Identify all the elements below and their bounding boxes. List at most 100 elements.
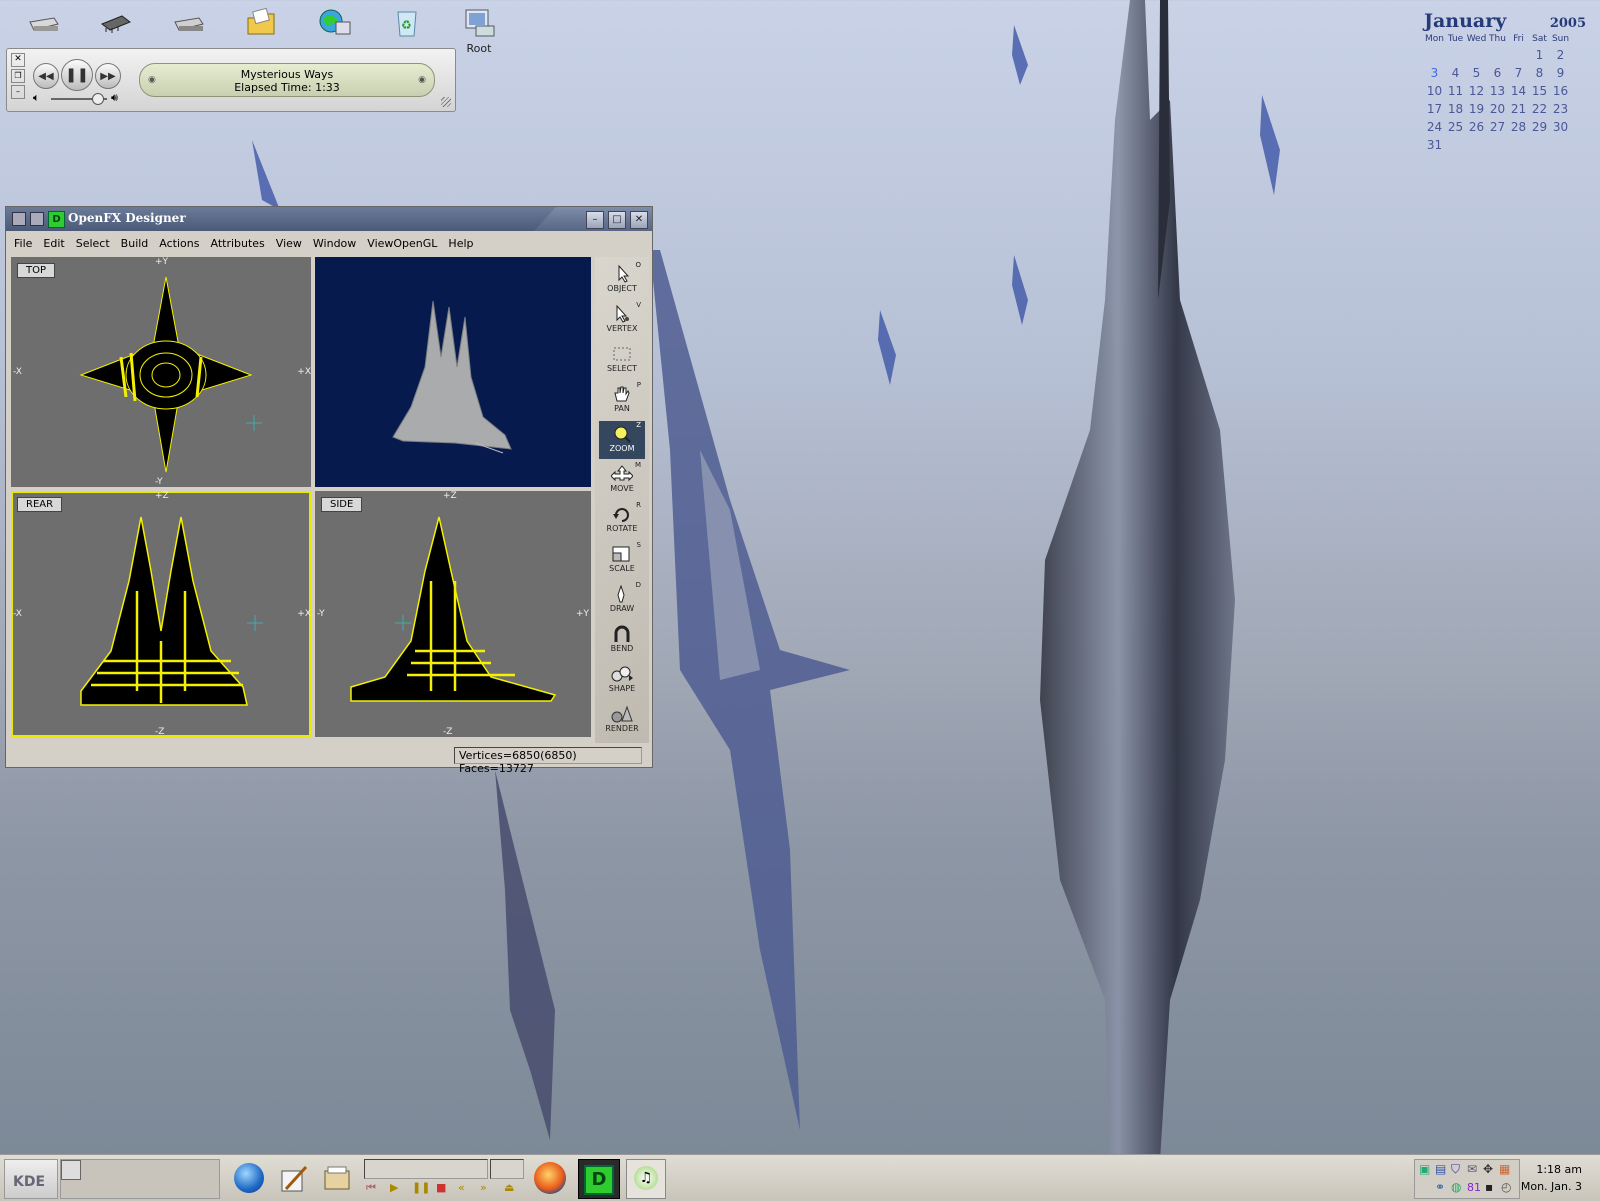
desktop-icon[interactable]: ♻ — [382, 8, 432, 38]
browser-globe-icon[interactable] — [234, 1163, 264, 1193]
desktop-icon[interactable] — [163, 8, 213, 38]
pause-button[interactable]: ❚❚ — [61, 59, 93, 91]
network-computer-icon[interactable] — [318, 8, 352, 38]
calendar-day[interactable]: 16 — [1550, 82, 1571, 100]
menu-view[interactable]: View — [276, 237, 302, 250]
calendar-day[interactable]: 31 — [1424, 136, 1445, 154]
tool-shape-button[interactable]: SHAPE — [599, 661, 645, 699]
tool-bend-button[interactable]: BEND — [599, 621, 645, 659]
desktop-icon[interactable] — [310, 8, 360, 38]
volume-slider-knob[interactable] — [91, 93, 104, 105]
tray-mail-icon[interactable]: ✉ — [1467, 1162, 1477, 1176]
calendar-day[interactable]: 20 — [1487, 100, 1508, 118]
calendar-day[interactable]: 19 — [1466, 100, 1487, 118]
calendar-day[interactable]: 15 — [1529, 82, 1550, 100]
player-restore-icon[interactable]: ❐ — [11, 69, 25, 83]
media-play-icon[interactable]: ▶ — [390, 1181, 398, 1194]
menu-viewopengl[interactable]: ViewOpenGL — [367, 237, 437, 250]
tool-object-button[interactable]: OBJECT O — [599, 261, 645, 299]
calendar-day[interactable]: 9 — [1550, 64, 1571, 82]
media-forward-icon[interactable]: » — [480, 1181, 487, 1194]
recycle-bin-icon[interactable]: ♻ — [390, 8, 424, 38]
tray-connection-icon[interactable]: ⚭ — [1435, 1180, 1445, 1194]
player-minimize-icon[interactable]: – — [11, 85, 25, 99]
firefox-icon[interactable] — [534, 1162, 566, 1194]
menu-actions[interactable]: Actions — [159, 237, 199, 250]
player-resize-grip[interactable] — [441, 97, 451, 107]
calendar-day[interactable]: 29 — [1529, 118, 1550, 136]
tool-zoom-button[interactable]: ZOOM Z — [599, 421, 645, 459]
tool-rotate-button[interactable]: ROTATE R — [599, 501, 645, 539]
media-progress-bar[interactable] — [364, 1159, 488, 1179]
previous-track-button[interactable]: ◀◀ — [33, 63, 59, 89]
calendar-day[interactable]: 12 — [1466, 82, 1487, 100]
calendar-day[interactable]: 8 — [1529, 64, 1550, 82]
media-eject-icon[interactable]: ⏏︎ — [504, 1181, 514, 1194]
tray-clock-icon[interactable]: ◴ — [1501, 1180, 1511, 1194]
calendar-day[interactable]: 1 — [1529, 46, 1550, 64]
calendar-day[interactable]: 26 — [1466, 118, 1487, 136]
menu-select[interactable]: Select — [76, 237, 110, 250]
calendar-day[interactable]: 6 — [1487, 64, 1508, 82]
calendar-day[interactable]: 18 — [1445, 100, 1466, 118]
minimize-button[interactable]: – — [586, 211, 604, 229]
media-prev-icon[interactable]: ⏮︎ — [366, 1181, 376, 1195]
disk-drive-icon[interactable] — [171, 8, 205, 38]
calendar-day[interactable]: 24 — [1424, 118, 1445, 136]
volume-slider[interactable] — [51, 93, 107, 105]
calendar-day[interactable]: 21 — [1508, 100, 1529, 118]
calendar-day[interactable]: 3 — [1424, 64, 1445, 82]
window-title-bar[interactable]: D OpenFX Designer – □ ✕ — [6, 207, 652, 231]
calendar-day[interactable]: 17 — [1424, 100, 1445, 118]
media-rewind-icon[interactable]: « — [458, 1181, 465, 1194]
menu-edit[interactable]: Edit — [43, 237, 64, 250]
calendar-day[interactable]: 23 — [1550, 100, 1571, 118]
calendar-day[interactable]: 30 — [1550, 118, 1571, 136]
desktop-icon[interactable] — [236, 7, 286, 38]
tool-move-button[interactable]: MOVE M — [599, 461, 645, 499]
media-pause-icon[interactable]: ❚❚ — [412, 1181, 430, 1194]
window-menu-icon[interactable] — [12, 212, 26, 226]
next-track-button[interactable]: ▶▶ — [95, 63, 121, 89]
calendar-day[interactable]: 4 — [1445, 64, 1466, 82]
tray-save-icon[interactable]: ▪ — [1485, 1180, 1493, 1194]
media-progress-volume[interactable] — [490, 1159, 524, 1179]
desktop-icon[interactable] — [90, 8, 140, 38]
desktop-icon-label[interactable]: Root — [454, 42, 504, 55]
play-indicator-icon[interactable]: ◉ — [148, 74, 156, 87]
calendar-day[interactable]: 2 — [1550, 46, 1571, 64]
kde-menu-button[interactable]: KDE — [4, 1159, 58, 1199]
viewport-rear[interactable]: REAR +Z -Z -X +X — [11, 491, 311, 737]
calendar-day[interactable]: 27 — [1487, 118, 1508, 136]
window-shade-icon[interactable] — [30, 212, 44, 226]
tray-move-icon[interactable]: ✥ — [1483, 1162, 1493, 1176]
menu-file[interactable]: File — [14, 237, 32, 250]
viewport-perspective[interactable] — [315, 257, 591, 487]
calendar-day[interactable]: 14 — [1508, 82, 1529, 100]
music-player-icon[interactable]: ♫ — [626, 1159, 666, 1199]
text-editor-icon[interactable] — [276, 1161, 310, 1195]
desktop-icon[interactable] — [18, 8, 68, 38]
tray-app-icon[interactable]: ▦ — [1499, 1162, 1510, 1176]
drive-icon[interactable] — [26, 8, 60, 38]
close-button[interactable]: ✕ — [630, 211, 648, 229]
calendar-day[interactable]: 28 — [1508, 118, 1529, 136]
player-close-icon[interactable]: ✕ — [11, 53, 25, 67]
menu-window[interactable]: Window — [313, 237, 356, 250]
viewport-side[interactable]: SIDE +Z -Z -Y +Y — [315, 491, 591, 737]
tool-select-button[interactable]: SELECT — [599, 341, 645, 379]
tool-pan-button[interactable]: PAN P — [599, 381, 645, 419]
tool-draw-button[interactable]: DRAW D — [599, 581, 645, 619]
desktop-icon[interactable]: Root — [454, 8, 504, 55]
maximize-button[interactable]: □ — [608, 211, 626, 229]
tray-shield-icon[interactable]: ⛉ — [1451, 1162, 1460, 1177]
viewport-top[interactable]: TOP +Y -Y -X +X — [11, 257, 311, 487]
menu-attributes[interactable]: Attributes — [210, 237, 264, 250]
tray-network-icon[interactable]: ▣ — [1419, 1162, 1430, 1176]
pager-desktop-1[interactable] — [61, 1160, 81, 1180]
calendar-day[interactable]: 22 — [1529, 100, 1550, 118]
tool-vertex-button[interactable]: VERTEX V — [599, 301, 645, 339]
tray-monitor-icon[interactable]: ▤ — [1435, 1162, 1446, 1176]
menu-build[interactable]: Build — [121, 237, 149, 250]
virtual-desktop-pager[interactable] — [60, 1159, 220, 1199]
